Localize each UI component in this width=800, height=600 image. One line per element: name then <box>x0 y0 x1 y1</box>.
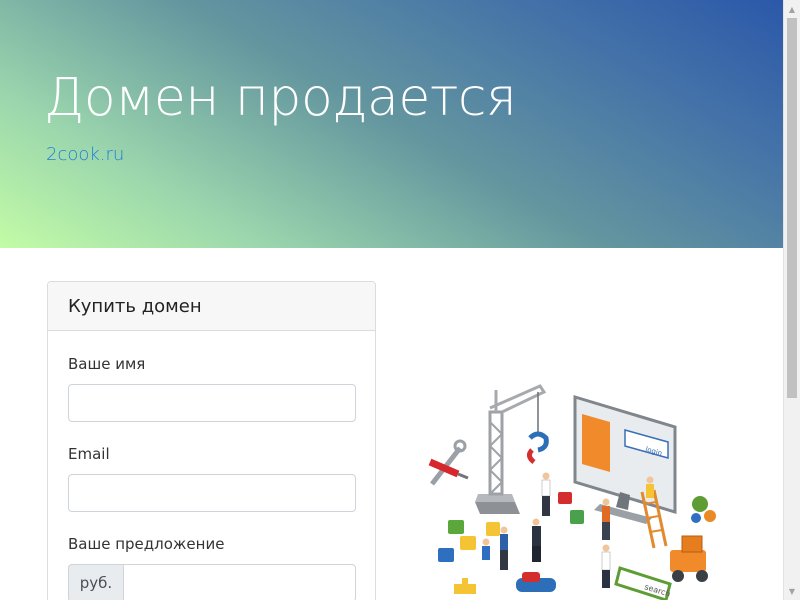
name-label: Ваше имя <box>68 355 146 373</box>
page-scrollbar[interactable]: ▲ ▼ <box>783 0 800 600</box>
buy-domain-card: Купить домен Ваше имя Email Ваше предлож… <box>47 281 376 600</box>
buy-domain-form: Ваше имя Email Ваше предложение руб. <box>48 355 375 600</box>
forklift-icon <box>670 535 708 582</box>
gears-icon <box>691 496 716 523</box>
offer-input[interactable] <box>123 564 356 600</box>
offer-label: Ваше предложение <box>68 535 225 553</box>
website-construction-illustration: login search <box>428 384 716 600</box>
domain-link[interactable]: 2cook.ru <box>46 144 124 165</box>
monitor-icon: login <box>573 394 677 524</box>
offer-input-group: руб. <box>68 564 356 600</box>
scroll-up-arrow-icon[interactable]: ▲ <box>784 1 800 17</box>
search-tag-icon: search <box>614 566 672 600</box>
email-input[interactable] <box>68 474 356 512</box>
hero-banner: Домен продается 2cook.ru <box>0 0 783 248</box>
scroll-down-arrow-icon[interactable]: ▼ <box>784 583 800 599</box>
name-input[interactable] <box>68 384 356 422</box>
scroll-thumb[interactable] <box>787 18 797 398</box>
currency-addon: руб. <box>68 564 123 600</box>
card-header: Купить домен <box>48 282 375 331</box>
page: Домен продается 2cook.ru Купить домен Ва… <box>0 0 783 600</box>
card-title: Купить домен <box>68 296 202 317</box>
page-title: Домен продается <box>44 68 517 128</box>
email-label: Email <box>68 445 110 463</box>
crane-icon <box>475 384 549 514</box>
tools-icon <box>428 439 469 486</box>
